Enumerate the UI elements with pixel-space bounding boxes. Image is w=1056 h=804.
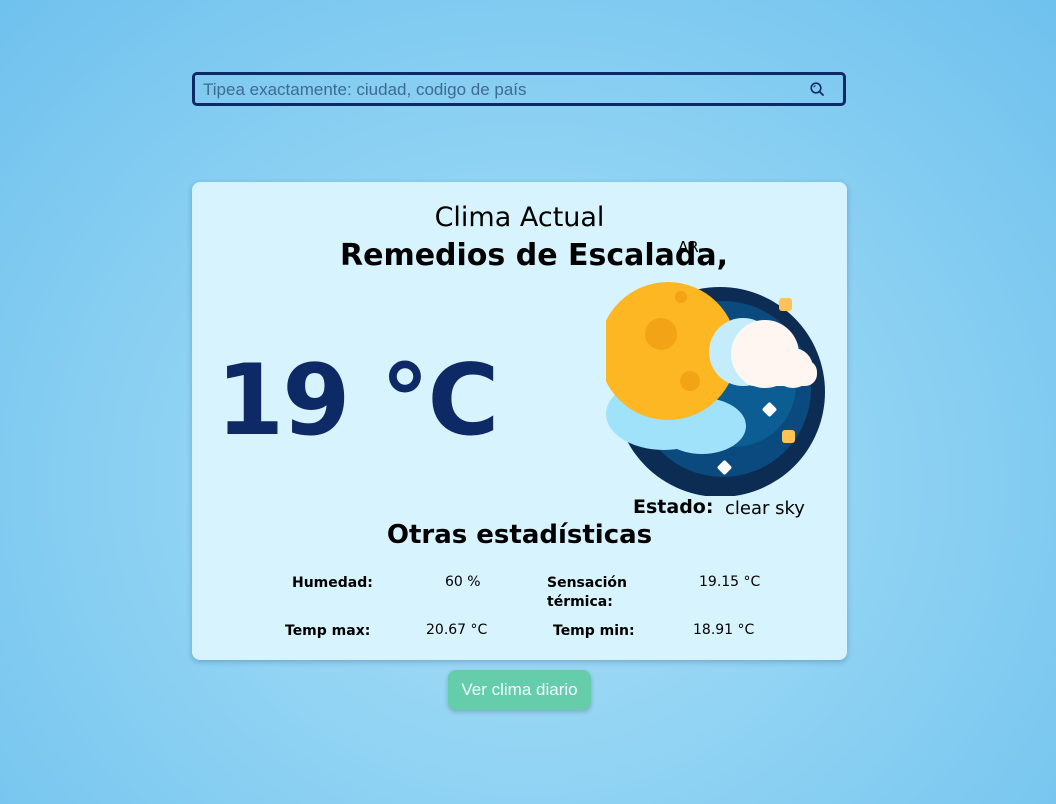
temp-min-label: Temp min: — [553, 623, 635, 639]
status-label: Estado: — [633, 496, 714, 518]
city-name: Remedios de Escalada, — [340, 238, 729, 273]
temp-max-value: 20.67 °C — [426, 622, 488, 638]
country-code: AR — [678, 238, 699, 256]
search-input[interactable] — [201, 78, 795, 102]
feels-like-label-line2: térmica: — [547, 594, 613, 610]
feels-like-label-line1: Sensación — [547, 575, 628, 591]
humidity-label: Humedad: — [292, 575, 373, 591]
temp-max-label: Temp max: — [285, 623, 371, 639]
card-title: Clima Actual — [434, 202, 605, 233]
temp-min-value: 18.91 °C — [693, 622, 755, 638]
search-icon[interactable] — [809, 81, 825, 97]
feels-like-value: 19.15 °C — [699, 574, 761, 590]
current-temperature: 19 °C — [216, 344, 499, 458]
search-bar — [192, 72, 846, 106]
status-value: clear sky — [725, 498, 805, 519]
stats-title: Otras estadísticas — [386, 520, 653, 550]
moon-cloud-icon — [606, 282, 825, 496]
humidity-value: 60 % — [445, 574, 481, 590]
current-weather-card: Clima Actual Remedios de Escalada, AR 19… — [192, 182, 847, 660]
view-daily-weather-button[interactable]: Ver clima diario — [448, 670, 591, 710]
